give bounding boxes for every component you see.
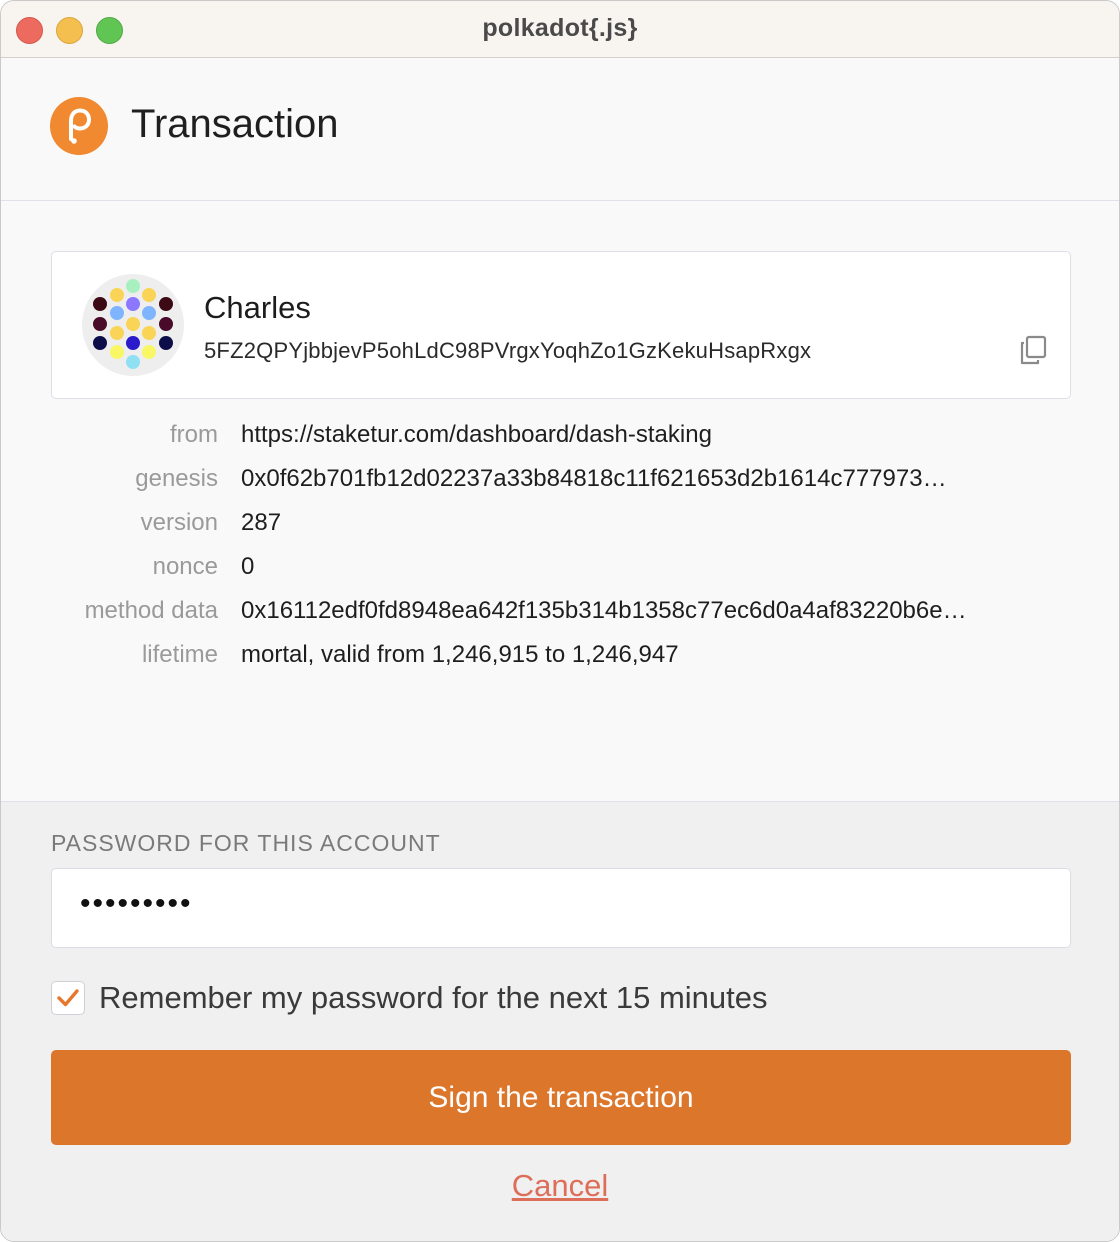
window-title: polkadot{.js} xyxy=(482,14,638,42)
detail-row-lifetime: lifetime mortal, valid from 1,246,915 to… xyxy=(51,641,1071,675)
detail-value: 0x0f62b701fb12d02237a33b84818c11f621653d… xyxy=(241,465,947,492)
detail-label: lifetime xyxy=(141,641,218,668)
detail-row-from: from https://staketur.com/dashboard/dash… xyxy=(51,421,1071,455)
sign-transaction-button[interactable]: Sign the transaction xyxy=(51,1050,1071,1145)
cancel-link[interactable]: Cancel xyxy=(1,1168,1119,1204)
signing-footer: PASSWORD FOR THIS ACCOUNT ••••••••• Reme… xyxy=(1,801,1119,1241)
checkmark-icon xyxy=(57,989,79,1007)
password-label: PASSWORD FOR THIS ACCOUNT xyxy=(51,830,441,856)
detail-value: 0x16112edf0fd8948ea642f135b314b1358c77ec… xyxy=(241,597,967,624)
detail-label: from xyxy=(170,421,218,448)
identicon xyxy=(82,274,184,376)
detail-row-nonce: nonce 0 xyxy=(51,553,1071,587)
detail-row-genesis: genesis 0x0f62b701fb12d02237a33b84818c11… xyxy=(51,465,1071,499)
page-title: Transaction xyxy=(131,102,339,146)
password-input[interactable]: ••••••••• xyxy=(51,868,1071,948)
detail-row-version: version 287 xyxy=(51,509,1071,543)
detail-label: version xyxy=(140,509,218,536)
account-address: 5FZ2QPYjbbjevP5ohLdC98PVrgxYoqhZo1GzKeku… xyxy=(204,338,812,363)
detail-value: 0 xyxy=(241,553,255,580)
polkadot-logo-icon xyxy=(50,97,108,155)
password-value: ••••••••• xyxy=(80,887,193,920)
detail-label: genesis xyxy=(135,465,218,492)
copy-icon[interactable] xyxy=(1018,334,1050,366)
title-bar: polkadot{.js} xyxy=(1,1,1119,58)
detail-value: https://staketur.com/dashboard/dash-stak… xyxy=(241,421,712,448)
remember-password-checkbox[interactable] xyxy=(51,981,85,1015)
detail-value: 287 xyxy=(241,509,282,536)
page-header: Transaction xyxy=(1,58,1119,201)
account-card: Charles 5FZ2QPYjbbjevP5ohLdC98PVrgxYoqhZ… xyxy=(51,251,1071,399)
detail-value: mortal, valid from 1,246,915 to 1,246,94… xyxy=(241,641,679,668)
detail-row-method-data: method data 0x16112edf0fd8948ea642f135b3… xyxy=(51,597,1071,631)
remember-password-label[interactable]: Remember my password for the next 15 min… xyxy=(99,980,768,1016)
account-name: Charles xyxy=(204,290,311,325)
app-window: polkadot{.js} Transaction Charles 5FZ2QP… xyxy=(0,0,1120,1242)
detail-label: method data xyxy=(84,597,218,624)
detail-label: nonce xyxy=(152,553,218,580)
